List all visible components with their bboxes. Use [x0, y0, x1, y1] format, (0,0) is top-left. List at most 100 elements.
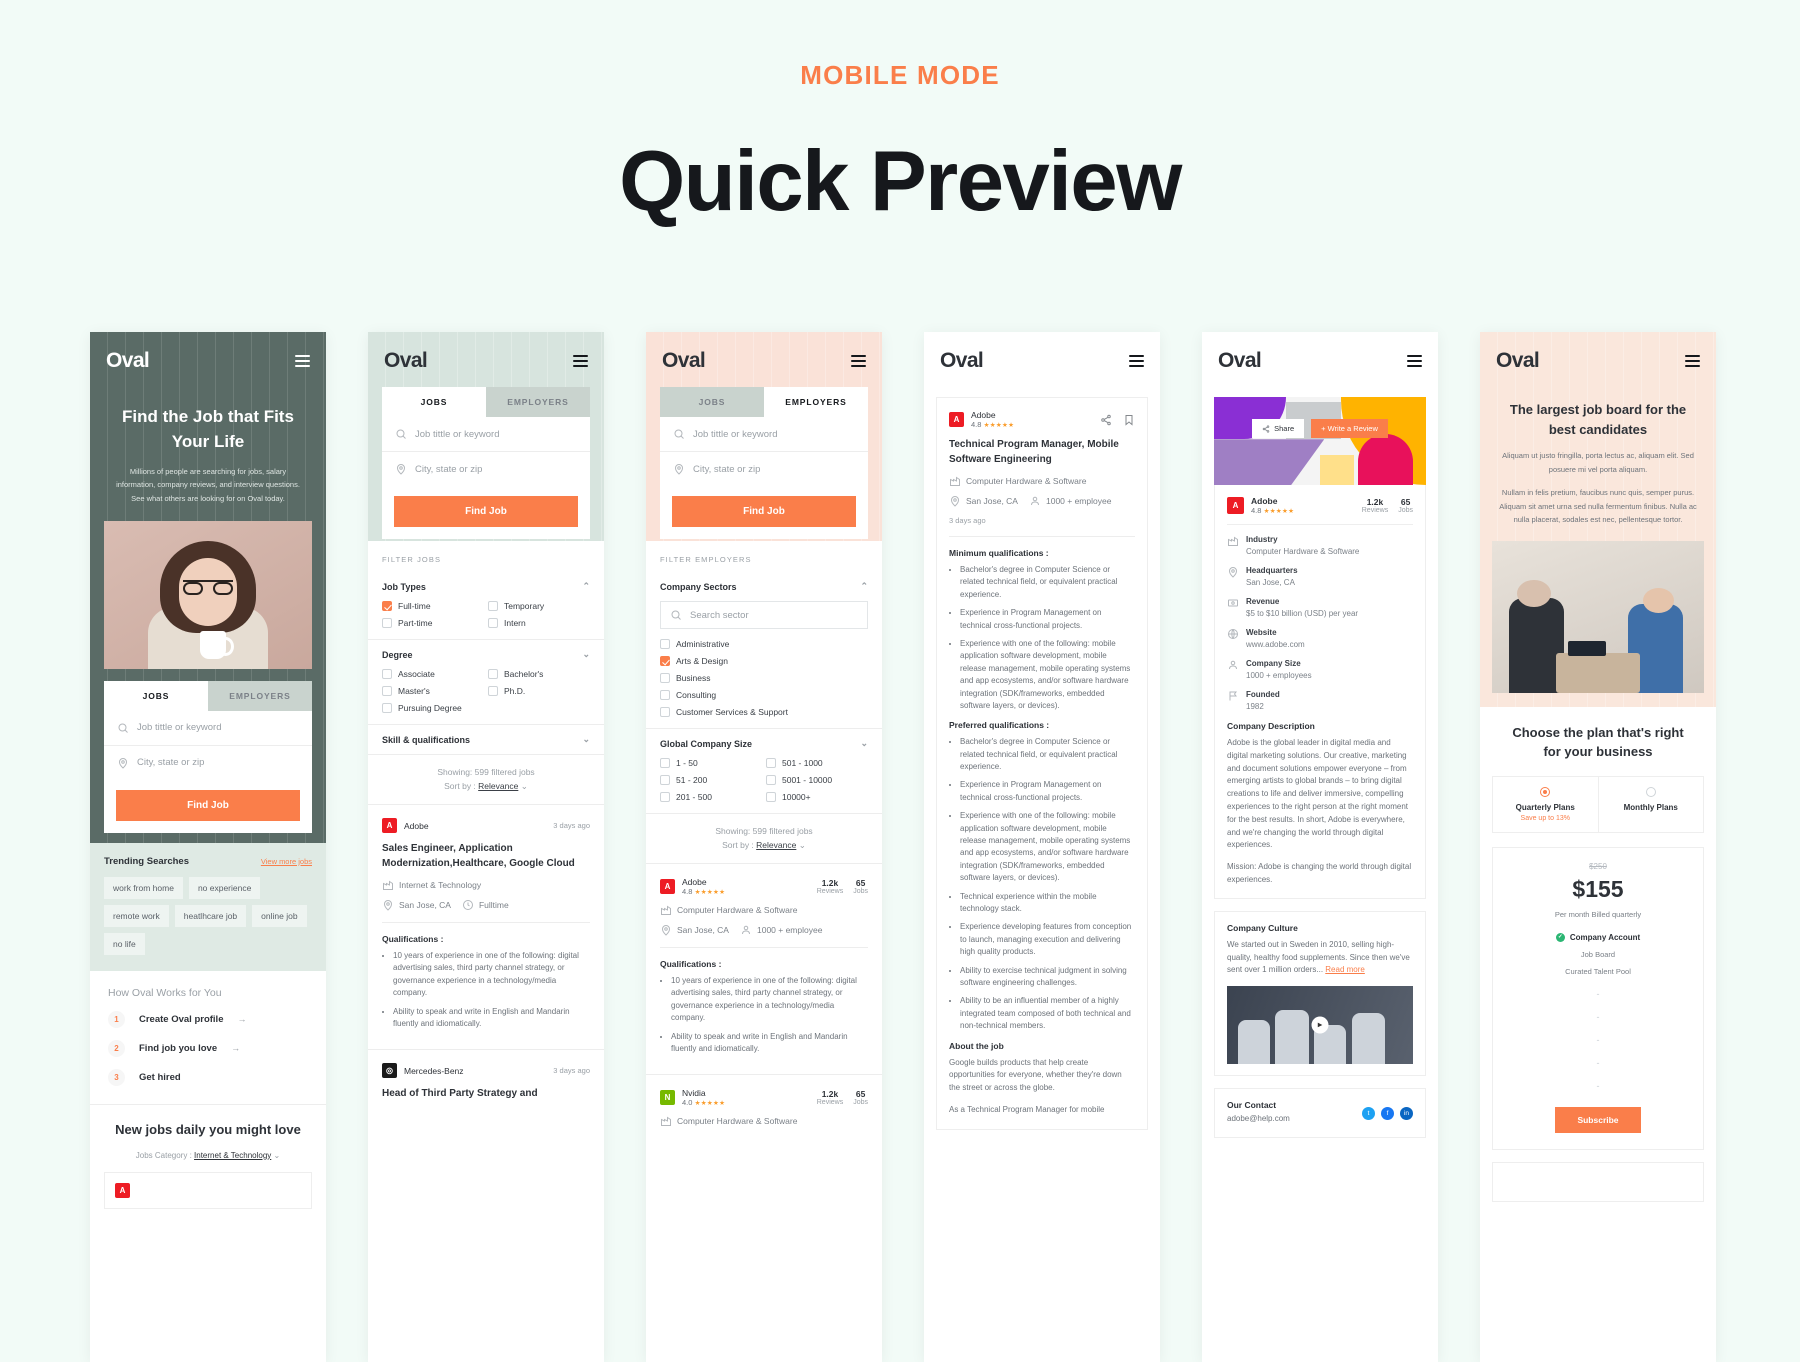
filter-group-header[interactable]: Job Types ⌃	[382, 572, 590, 601]
sector-search-input[interactable]: Search sector	[660, 601, 868, 629]
hamburger-menu-icon[interactable]	[851, 355, 866, 367]
chevron-down-icon[interactable]: ⌄	[582, 734, 590, 745]
view-more-jobs-link[interactable]: View more jobs	[261, 857, 312, 866]
play-icon[interactable]: ▶	[1311, 1016, 1329, 1034]
logo[interactable]: Oval	[940, 349, 984, 373]
filter-group-header[interactable]: Company Sectors ⌃	[660, 572, 868, 601]
find-job-button[interactable]: Find Job	[672, 496, 856, 527]
job-title[interactable]: Head of Third Party Strategy and	[382, 1087, 590, 1102]
tab-employers[interactable]: EMPLOYERS	[764, 387, 868, 417]
checkbox-input[interactable]	[766, 775, 776, 785]
checkbox-input[interactable]	[660, 758, 670, 768]
hamburger-menu-icon[interactable]	[573, 355, 588, 367]
job-card[interactable]: A Adobe 3 days ago Sales Engineer, Appli…	[368, 804, 604, 1049]
tab-jobs[interactable]: JOBS	[104, 680, 208, 711]
search-location-row[interactable]: City, state or zip	[104, 746, 312, 780]
checkbox-input[interactable]	[766, 792, 776, 802]
search-keyword-row[interactable]: Job tittle or keyword	[104, 711, 312, 746]
step-item[interactable]: 2 Find job you love →	[108, 1039, 308, 1057]
checkbox-row[interactable]: 1 - 50	[660, 758, 762, 768]
checkbox-input[interactable]	[660, 690, 670, 700]
checkbox-row[interactable]: Intern	[488, 618, 590, 628]
checkbox-row[interactable]: Associate	[382, 669, 484, 679]
search-location-row[interactable]: City, state or zip	[660, 452, 868, 486]
checkbox-input[interactable]	[382, 601, 392, 611]
info-value[interactable]: www.adobe.com	[1246, 640, 1305, 649]
jobs-category-value[interactable]: Internet & Technology	[194, 1151, 271, 1160]
trending-chip[interactable]: remote work	[104, 904, 169, 927]
checkbox-row[interactable]: 501 - 1000	[766, 758, 868, 768]
checkbox-row[interactable]: 51 - 200	[660, 775, 762, 785]
checkbox-input[interactable]	[660, 639, 670, 649]
tab-employers[interactable]: EMPLOYERS	[486, 387, 590, 417]
hamburger-menu-icon[interactable]	[1129, 355, 1144, 367]
search-keyword-row[interactable]: Job tittle or keyword	[382, 417, 590, 452]
chevron-up-icon[interactable]: ⌃	[582, 581, 590, 592]
checkbox-input[interactable]	[660, 673, 670, 683]
search-keyword-row[interactable]: Job tittle or keyword	[660, 417, 868, 452]
checkbox-input[interactable]	[488, 686, 498, 696]
logo[interactable]: Oval	[662, 349, 706, 373]
checkbox-row[interactable]: Consulting	[660, 690, 868, 700]
chevron-up-icon[interactable]: ⌃	[860, 581, 868, 592]
jobs-category-row[interactable]: Jobs Category : Internet & Technology ⌄	[104, 1151, 312, 1160]
trending-chip[interactable]: heatlhcare job	[174, 904, 247, 927]
facebook-icon[interactable]: f	[1381, 1106, 1394, 1120]
checkbox-row[interactable]: Temporary	[488, 601, 590, 611]
checkbox-row[interactable]: 5001 - 10000	[766, 775, 868, 785]
employer-card[interactable]: N Nvidia 4.0 ★★★★★ 1.2k Reviews 65 Jobs Co…	[646, 1074, 882, 1140]
checkbox-input[interactable]	[660, 707, 670, 717]
job-title[interactable]: Sales Engineer, Application Modernizatio…	[382, 842, 590, 871]
filter-group-header[interactable]: Degree ⌄	[382, 640, 590, 669]
twitter-icon[interactable]: t	[1362, 1106, 1375, 1120]
sort-row[interactable]: Sort by : Relevance ⌄	[646, 840, 882, 863]
read-more-link[interactable]: Read more	[1325, 965, 1365, 974]
checkbox-row[interactable]: Pursuing Degree	[382, 703, 484, 713]
logo[interactable]: Oval	[1496, 349, 1540, 373]
trending-chip[interactable]: online job	[252, 904, 307, 927]
culture-photo[interactable]: ▶	[1227, 986, 1413, 1065]
trending-chip[interactable]: no experience	[188, 876, 261, 899]
hamburger-menu-icon[interactable]	[1407, 355, 1422, 367]
checkbox-input[interactable]	[382, 618, 392, 628]
checkbox-row[interactable]: Bachelor's	[488, 669, 590, 679]
next-price-card[interactable]	[1492, 1161, 1704, 1202]
find-job-button[interactable]: Find Job	[116, 789, 300, 821]
logo[interactable]: Oval	[106, 349, 150, 373]
bookmark-icon[interactable]	[1123, 414, 1135, 426]
find-job-button[interactable]: Find Job	[394, 496, 578, 527]
chevron-down-icon[interactable]: ⌄	[860, 738, 868, 749]
checkbox-input[interactable]	[382, 703, 392, 713]
checkbox-row[interactable]: Part-time	[382, 618, 484, 628]
share-button[interactable]: Share	[1252, 419, 1305, 438]
filter-group-header[interactable]: Global Company Size ⌄	[660, 729, 868, 758]
checkbox-row[interactable]: Administrative	[660, 639, 868, 649]
logo[interactable]: Oval	[1218, 349, 1262, 373]
checkbox-input[interactable]	[766, 758, 776, 768]
checkbox-input[interactable]	[660, 775, 670, 785]
checkbox-input[interactable]	[660, 792, 670, 802]
hamburger-menu-icon[interactable]	[295, 355, 310, 367]
radio-icon[interactable]	[1645, 786, 1656, 797]
search-location-row[interactable]: City, state or zip	[382, 452, 590, 486]
sort-value[interactable]: Relevance	[478, 781, 518, 791]
checkbox-row[interactable]: Business	[660, 673, 868, 683]
logo[interactable]: Oval	[384, 349, 428, 373]
checkbox-input[interactable]	[488, 618, 498, 628]
radio-icon[interactable]	[1540, 786, 1551, 797]
step-item[interactable]: 3 Get hired	[108, 1068, 308, 1086]
sort-value[interactable]: Relevance	[756, 840, 796, 850]
checkbox-row[interactable]: 201 - 500	[660, 792, 762, 802]
checkbox-input[interactable]	[488, 601, 498, 611]
tab-jobs[interactable]: JOBS	[660, 387, 764, 417]
write-review-button[interactable]: + Write a Review	[1311, 419, 1388, 438]
tab-jobs[interactable]: JOBS	[382, 387, 486, 417]
checkbox-input[interactable]	[382, 686, 392, 696]
plan-toggle-quarterly[interactable]: Quarterly Plans Save up to 13%	[1493, 777, 1598, 832]
filter-group-header[interactable]: Skill & qualifications ⌄	[382, 725, 590, 754]
plan-toggle-monthly[interactable]: Monthly Plans	[1597, 776, 1704, 832]
hamburger-menu-icon[interactable]	[1685, 355, 1700, 367]
checkbox-row[interactable]: Master's	[382, 686, 484, 696]
trending-chip[interactable]: no life	[104, 932, 145, 955]
job-card[interactable]: ◎ Mercedes-Benz 3 days ago Head of Third…	[368, 1049, 604, 1115]
